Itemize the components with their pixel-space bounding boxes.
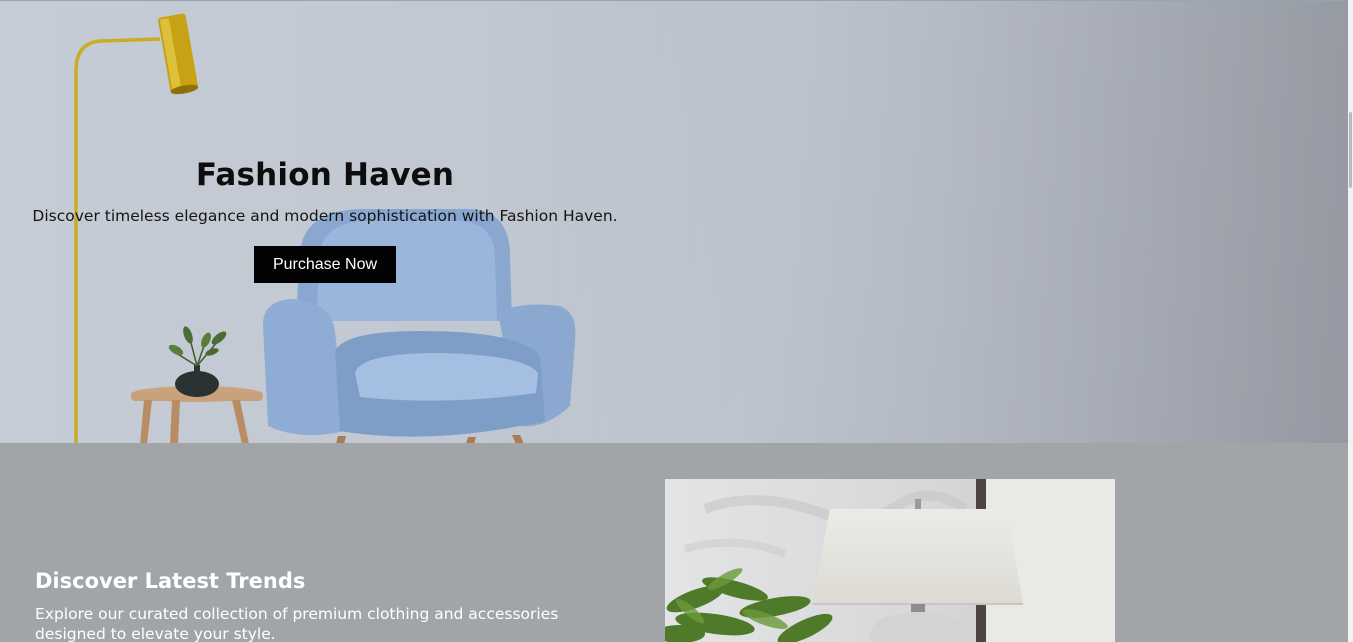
table-lamp-image (665, 479, 1115, 642)
hero-wall-shading (560, 1, 1348, 444)
trends-description: Explore our curated collection of premiu… (35, 605, 559, 642)
latest-trends-section: Discover Latest Trends Explore our curat… (0, 443, 1348, 642)
trends-title: Discover Latest Trends (35, 569, 306, 593)
hero-banner: Fashion Haven Discover timeless elegance… (0, 0, 1348, 444)
page-scrollbar[interactable] (1348, 0, 1353, 642)
hero-subtitle: Discover timeless elegance and modern so… (32, 207, 618, 225)
hero-title: Fashion Haven (195, 157, 455, 193)
scrollbar-thumb[interactable] (1349, 112, 1352, 188)
armchair-image (262, 209, 576, 444)
side-table-image (131, 326, 263, 444)
page: Fashion Haven Discover timeless elegance… (0, 0, 1353, 642)
purchase-now-button[interactable]: Purchase Now (254, 246, 396, 283)
